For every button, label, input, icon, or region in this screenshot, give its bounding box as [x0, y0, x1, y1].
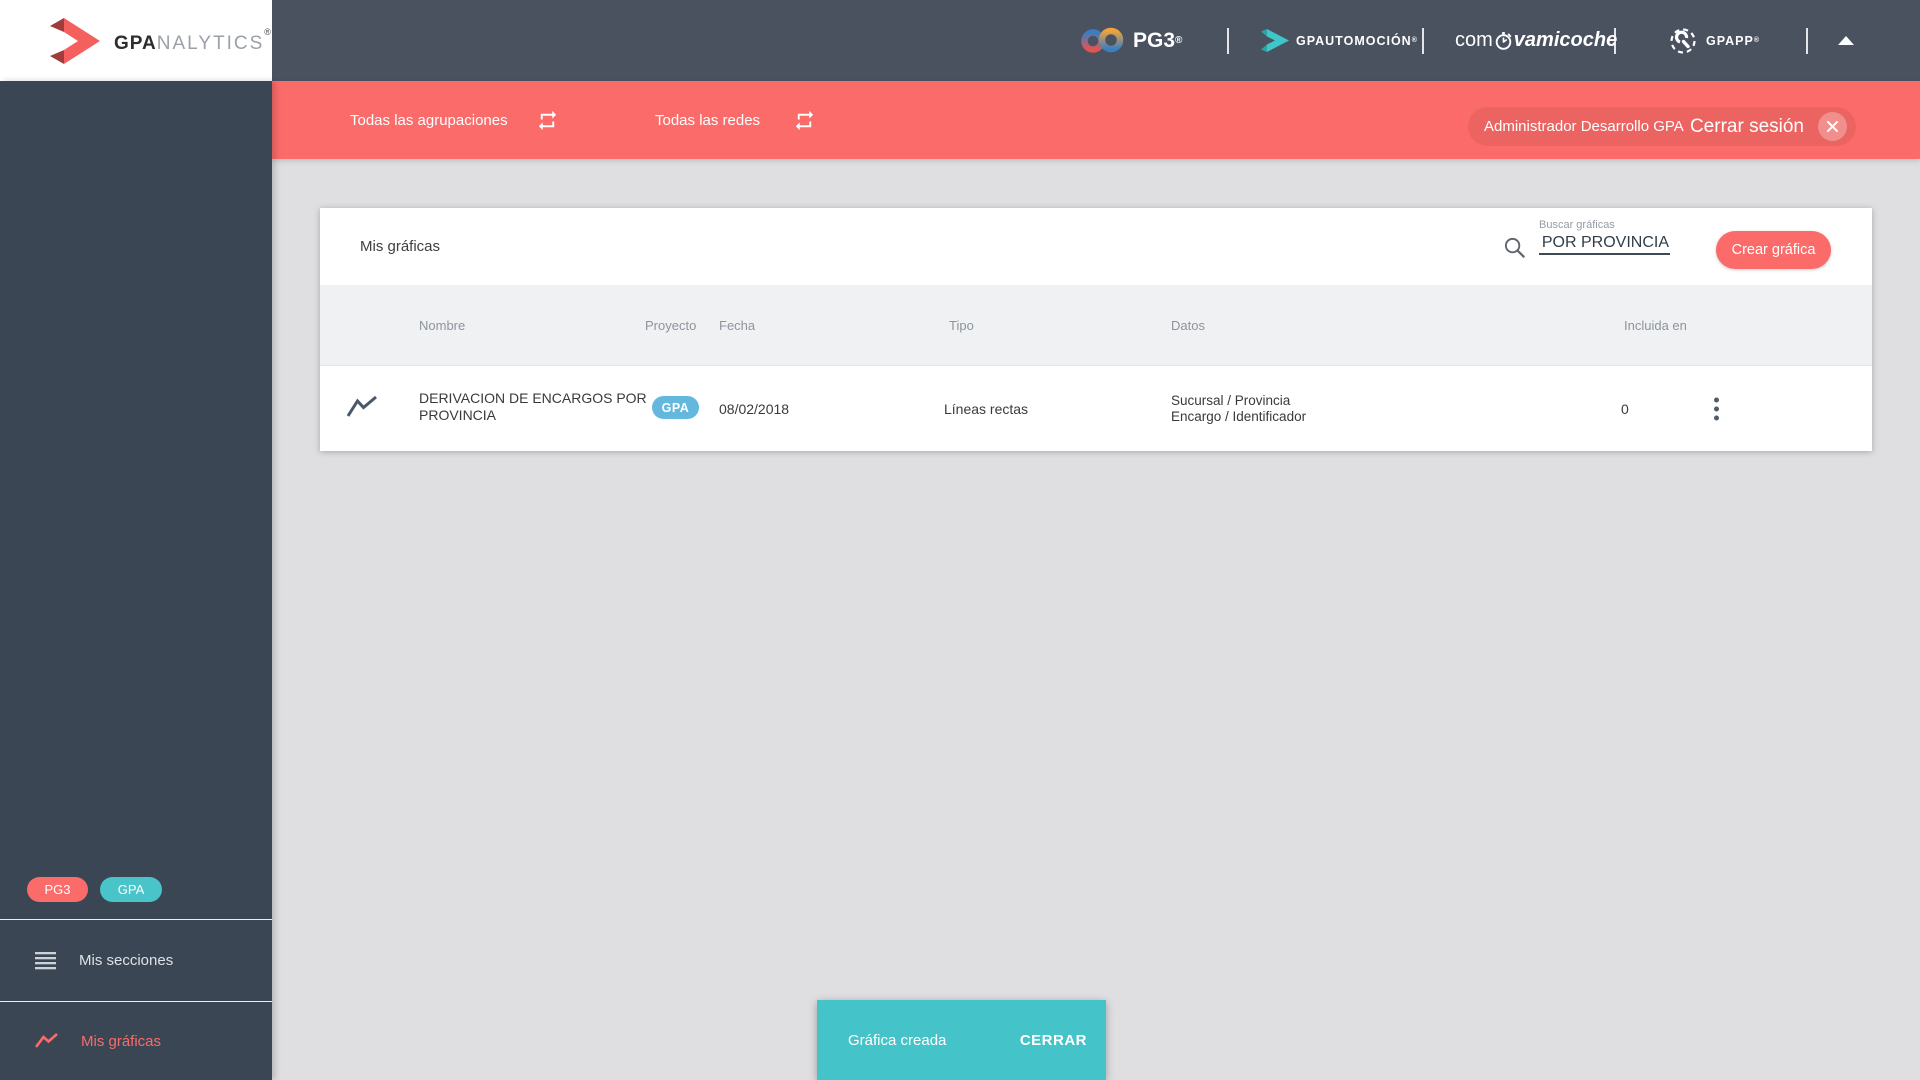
gpapp-label: GPAPP: [1706, 33, 1754, 48]
topbar-divider: [1422, 28, 1424, 54]
sidebar-badges: PG3 GPA: [0, 877, 272, 902]
gpanalytics-arrow-icon: [50, 17, 100, 64]
sidebar-item-mis-graficas[interactable]: Mis gráficas: [0, 1002, 272, 1080]
col-header-fecha: Fecha: [719, 317, 756, 333]
logout-x-circle-icon[interactable]: [1818, 112, 1847, 141]
search-input[interactable]: Buscar gráficas OS POR PROVINCIA: [1539, 219, 1670, 255]
sidebar: PG3 GPA Mis secciones Mis gráficas: [0, 81, 272, 1080]
swap-groups-icon[interactable]: [536, 109, 559, 132]
toast-message: Gráfica creada: [848, 1031, 947, 1049]
col-header-nombre: Nombre: [419, 317, 466, 333]
wrench-circle-icon: [1670, 27, 1696, 54]
row-menu-kebab-icon[interactable]: [1711, 396, 1722, 423]
filter-bar: Todas las agrupaciones Todas las redes A…: [272, 81, 1920, 159]
data-field-1: Sucursal / Provincia: [1171, 393, 1291, 408]
included-in-count: 0: [1621, 401, 1629, 417]
search-input-value: OS POR PROVINCIA: [1539, 234, 1669, 251]
top-bar: PG3 ® GPAUTOMOCIÓN ® com vamicoche GPAPP…: [0, 0, 1920, 81]
topbar-divider: [1614, 28, 1616, 54]
brand-rest: NALYTICS: [156, 32, 265, 54]
charts-trend-icon: [35, 1032, 58, 1048]
data-field-2: Encargo / Identificador: [1171, 409, 1307, 424]
col-header-datos: Datos: [1171, 317, 1205, 333]
gpautomocion-arrow-icon: [1261, 29, 1289, 52]
search-icon[interactable]: [1503, 236, 1526, 259]
page-title: Mis gráficas: [360, 238, 441, 255]
gpapp-logo[interactable]: [1669, 0, 1697, 81]
col-header-incluida-en: Incluida en: [1624, 317, 1687, 333]
gpapp-wordmark[interactable]: GPAPP ®: [1706, 0, 1760, 81]
toast-notification: Gráfica creada CERRAR: [817, 1000, 1106, 1080]
user-name: Administrador Desarrollo GPA: [1484, 118, 1684, 135]
col-header-proyecto: Proyecto: [645, 317, 697, 333]
gpanalytics-wordmark: GPANALYTICS®: [114, 27, 272, 55]
project-badge: GPA: [652, 396, 699, 419]
collapse-caret-up-icon[interactable]: [1838, 36, 1854, 45]
chart-type-trend-icon: [346, 395, 377, 417]
table-row[interactable]: DERIVACION DE ENCARGOS POR PROVINCIA GPA…: [320, 365, 1872, 451]
compravamicoche-logo[interactable]: com vamicoche: [1455, 0, 1617, 81]
pg3-label: PG3: [1133, 28, 1176, 52]
pg3-infinity-icon: [1081, 27, 1124, 53]
sidebar-item-label: Mis gráficas: [81, 1032, 162, 1050]
topbar-divider: [1806, 28, 1808, 54]
chart-data-fields: Sucursal / Provincia Encargo / Identific…: [1171, 393, 1306, 425]
comprav-prefix: com: [1455, 29, 1493, 51]
swap-networks-icon[interactable]: [793, 109, 816, 132]
chart-date: 08/02/2018: [719, 401, 790, 417]
stopwatch-icon: [1495, 31, 1512, 50]
table-header: Nombre Proyecto Fecha Tipo Datos Incluid…: [320, 285, 1872, 365]
gpautomocion-label: GPAUTOMOCIÓN: [1296, 33, 1412, 48]
logout-button[interactable]: Cerrar sesión: [1690, 116, 1804, 138]
filter-all-groups[interactable]: Todas las agrupaciones: [350, 81, 508, 159]
charts-card: Mis gráficas Buscar gráficas OS POR PROV…: [320, 208, 1872, 451]
gpautomocion-wordmark[interactable]: GPAUTOMOCIÓN ®: [1296, 0, 1418, 81]
brand-reg: ®: [264, 26, 272, 37]
pg3-reg: ®: [1175, 35, 1183, 46]
pg3-logo[interactable]: [1080, 0, 1126, 81]
comprav-suffix: vamicoche: [1513, 29, 1618, 51]
search-input-label: Buscar gráficas: [1539, 219, 1615, 231]
chart-name: DERIVACION DE ENCARGOS POR PROVINCIA: [419, 390, 647, 423]
create-chart-button[interactable]: Crear gráfica: [1716, 231, 1831, 269]
app-window: PG3 ® GPAUTOMOCIÓN ® com vamicoche GPAPP…: [0, 0, 1920, 1080]
filter-all-networks[interactable]: Todas las redes: [655, 81, 760, 159]
sidebar-item-label: Mis secciones: [79, 952, 174, 969]
pg3-badge[interactable]: PG3: [27, 877, 88, 902]
sidebar-item-mis-secciones[interactable]: Mis secciones: [0, 920, 272, 1001]
toast-close-button[interactable]: CERRAR: [1014, 1031, 1093, 1050]
brand-bold: GPA: [114, 32, 157, 54]
pg3-wordmark[interactable]: PG3 ®: [1133, 0, 1182, 81]
gpautomocion-reg: ®: [1411, 37, 1418, 44]
chart-type: Líneas rectas: [944, 401, 1029, 417]
col-header-tipo: Tipo: [949, 317, 974, 333]
gpautomocion-logo[interactable]: [1261, 0, 1289, 81]
sections-list-icon: [35, 951, 56, 969]
gpapp-reg: ®: [1753, 37, 1761, 44]
gpanalytics-brand[interactable]: GPANALYTICS®: [0, 0, 272, 81]
gpa-badge[interactable]: GPA: [100, 877, 162, 902]
search-input-value-row[interactable]: OS POR PROVINCIA: [1539, 233, 1670, 255]
user-session-pill: Administrador Desarrollo GPA Cerrar sesi…: [1468, 107, 1856, 146]
topbar-divider: [1227, 28, 1229, 54]
